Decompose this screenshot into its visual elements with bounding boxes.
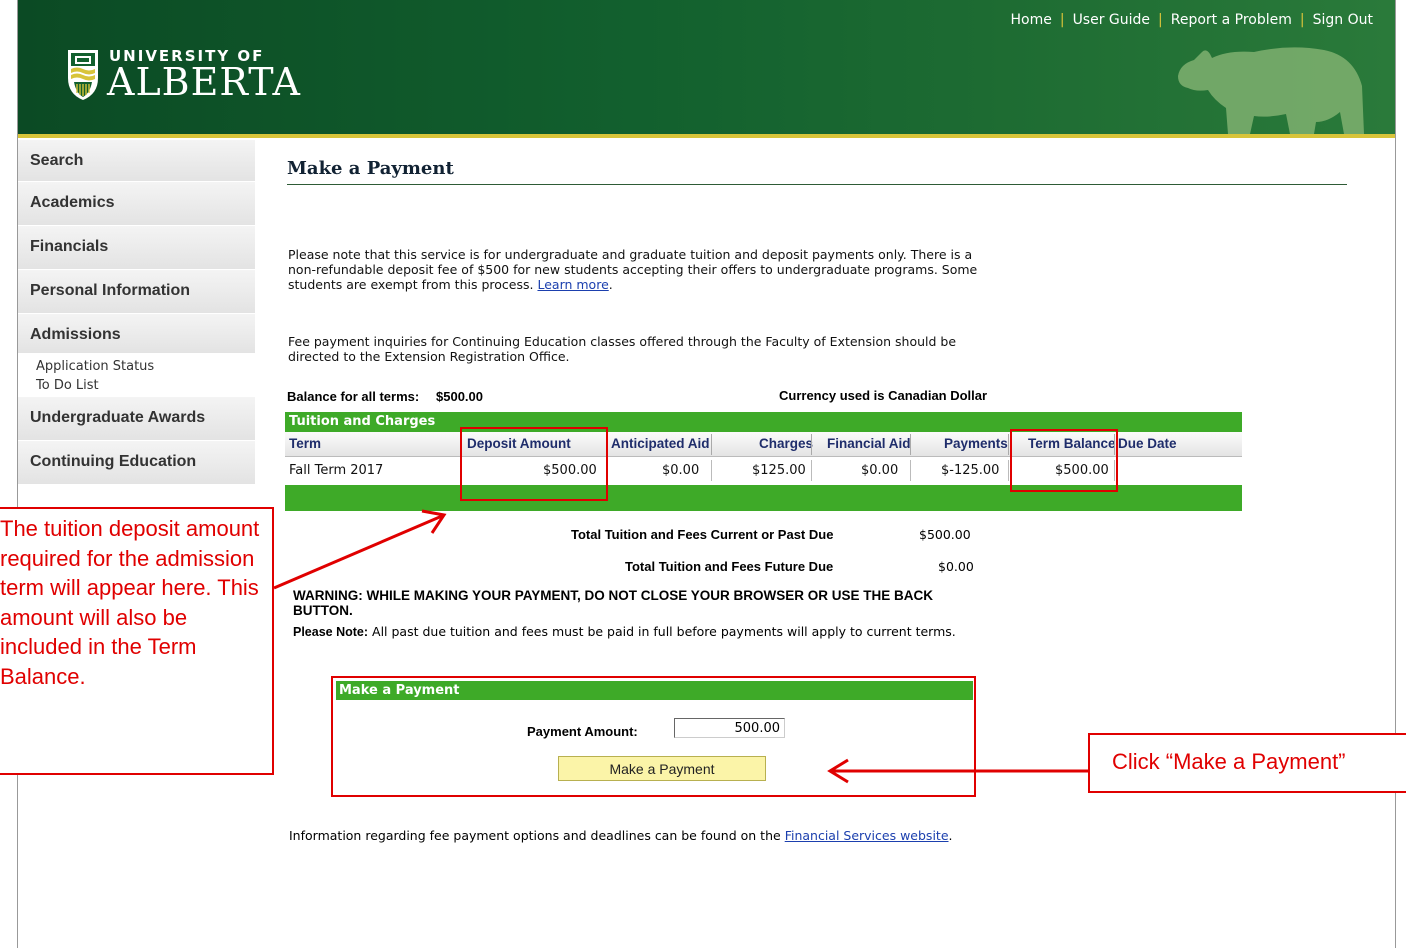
cell-payments: $-125.00 [941,463,1000,478]
currency-note: Currency used is Canadian Dollar [779,388,988,403]
sidebar-item-continuing-education[interactable]: Continuing Education [18,441,255,485]
total-future-value: $0.00 [938,559,974,574]
fee-info-end: . [948,828,953,843]
total-current-label: Total Tuition and Fees Current or Past D… [571,527,834,542]
cell-term: Fall Term 2017 [289,463,384,478]
col-divider [1008,434,1009,455]
financial-services-link[interactable]: Financial Services website [785,828,949,843]
scrollbar-edge [1395,0,1396,948]
service-note: Please note that this service is for und… [288,247,978,292]
sidebar-subitem-to-do-list[interactable]: To Do List [18,377,255,397]
sidebar-item-search[interactable]: Search [18,140,255,182]
cell-divider [811,460,812,481]
learn-more-link[interactable]: Learn more [537,277,608,292]
nav-separator: | [1299,12,1305,28]
fee-info-text: Information regarding fee payment option… [289,827,989,845]
payment-highlight-box [331,676,976,797]
col-payments: Payments [944,436,1008,451]
nav-home[interactable]: Home [1011,12,1052,28]
cell-divider [1008,460,1009,481]
nav-report-problem[interactable]: Report a Problem [1171,12,1292,28]
warning-text: WARNING: WHILE MAKING YOUR PAYMENT, DO N… [293,588,934,618]
logo-line2: ALBERTA [107,60,301,104]
nav-sign-out[interactable]: Sign Out [1313,12,1373,28]
sidebar-item-academics[interactable]: Academics [18,182,255,226]
sidebar-item-undergraduate-awards[interactable]: Undergraduate Awards [18,397,255,441]
past-due-note: Please Note: All past due tuition and fe… [293,624,993,640]
cell-anticipated-aid: $0.00 [662,463,700,478]
nav-separator: | [1059,12,1065,28]
university-logo[interactable]: UNIVERSITY OF ALBERTA [65,44,300,106]
note-label: Please Note: [293,625,369,639]
cell-divider [711,460,712,481]
nav-user-guide[interactable]: User Guide [1073,12,1150,28]
note-text: All past due tuition and fees must be pa… [372,624,956,639]
col-anticipated-aid: Anticipated Aid [611,436,710,451]
page-title: Make a Payment [287,158,454,179]
col-due-date: Due Date [1118,436,1177,451]
deposit-callout-text: The tuition deposit amount required for … [0,516,260,689]
term-balance-highlight-box [1010,429,1118,492]
site-header: UNIVERSITY OF ALBERTA Home | User Guide | Re… [18,0,1395,136]
shield-icon [68,50,98,100]
col-financial-aid: Financial Aid [827,436,911,451]
sidebar-item-financials[interactable]: Financials [18,226,255,270]
top-nav: Home | User Guide | Report a Problem | Sign Ou… [1011,12,1374,28]
col-divider [711,434,712,455]
sidebar: Search Academics Financials Personal Inf… [18,140,255,485]
sidebar-item-personal-information[interactable]: Personal Information [18,270,255,314]
extension-note: Fee payment inquiries for Continuing Edu… [288,334,957,364]
fee-info-sentence: Information regarding fee payment option… [289,828,781,843]
nav-separator: | [1158,12,1163,28]
cell-charges: $125.00 [752,463,806,478]
balance-label: Balance for all terms: [287,389,420,404]
header-gold-rule [18,134,1395,138]
total-current-value: $500.00 [919,527,971,542]
cell-financial-aid: $0.00 [861,463,899,478]
title-divider [287,184,1347,185]
col-divider [811,434,812,455]
deposit-highlight-box [460,427,608,501]
bear-silhouette-icon [1178,47,1364,134]
cell-divider [910,460,911,481]
sidebar-item-admissions[interactable]: Admissions [18,314,255,354]
sidebar-subitem-application-status[interactable]: Application Status [18,354,255,377]
service-note-text: Please note that this service is for und… [288,247,978,292]
balance-value: $500.00 [436,389,483,404]
col-divider [910,434,911,455]
payment-callout-text: Click “Make a Payment” [1112,749,1346,774]
col-term: Term [289,436,322,451]
col-charges: Charges [759,436,814,451]
total-future-label: Total Tuition and Fees Future Due [625,559,834,574]
